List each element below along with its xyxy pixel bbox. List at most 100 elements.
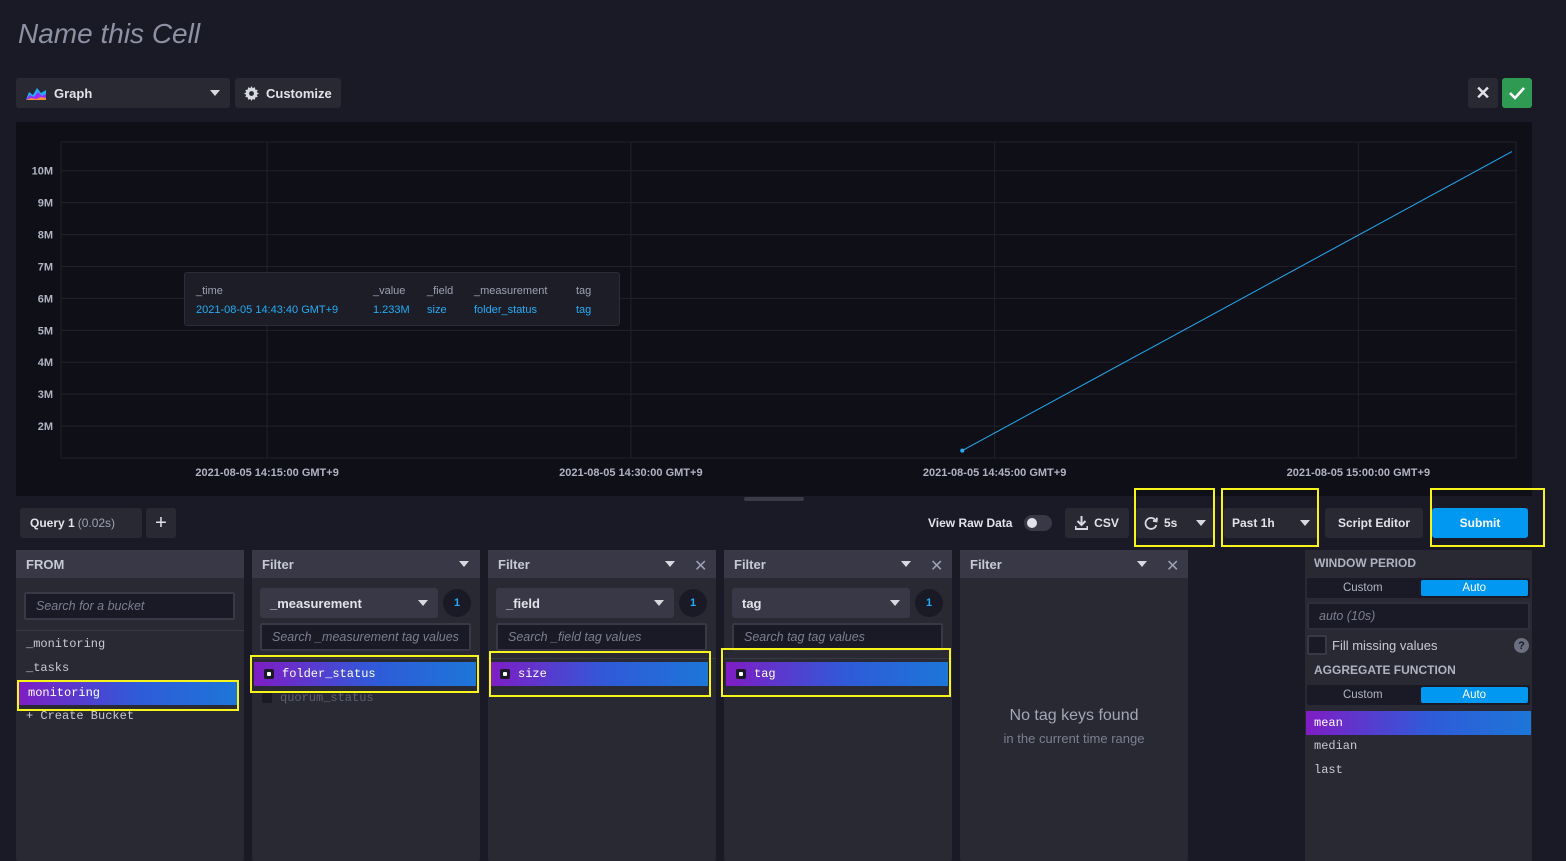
bucket-search-input[interactable]: Search for a bucket xyxy=(24,592,235,620)
csv-download-button[interactable]: CSV xyxy=(1065,508,1129,538)
tooltip-header-measurement: _measurement xyxy=(474,285,548,297)
tooltip-value-measurement: folder_status xyxy=(474,304,537,316)
tag-value-label: folder_status xyxy=(282,667,376,681)
aggregate-item[interactable]: median xyxy=(1306,734,1531,758)
chevron-down-icon xyxy=(1137,561,1147,567)
customize-button[interactable]: Customize xyxy=(235,78,341,108)
tag-value-item-selected[interactable]: tag xyxy=(726,662,948,686)
aggregate-item-selected[interactable]: mean xyxy=(1306,711,1531,735)
gear-icon xyxy=(244,85,259,101)
bucket-item[interactable]: _tasks xyxy=(16,656,244,680)
chevron-down-icon xyxy=(890,600,900,606)
data-point xyxy=(960,448,965,453)
divider xyxy=(252,658,480,659)
plus-icon: + xyxy=(155,511,167,534)
bucket-item-selected[interactable]: monitoring xyxy=(18,681,238,705)
tag-value-item-selected[interactable]: folder_status xyxy=(254,662,476,686)
time-range-dropdown[interactable]: Past 1h xyxy=(1224,508,1318,538)
help-icon[interactable]: ? xyxy=(1514,638,1529,653)
aggregate-auto[interactable]: Auto xyxy=(1420,687,1528,703)
tag-value-label: tag xyxy=(754,667,776,681)
query-tab[interactable]: Query 1 (0.02s) xyxy=(20,508,142,538)
aggregate-custom[interactable]: Custom xyxy=(1309,687,1417,703)
filter-header[interactable]: Filter ✕ xyxy=(488,550,716,578)
visualization-type-dropdown[interactable]: Graph xyxy=(16,78,230,108)
y-tick-label: 10M xyxy=(32,166,53,178)
y-tick-label: 9M xyxy=(38,198,53,210)
tag-key-dropdown[interactable]: _measurement xyxy=(260,588,438,618)
tag-key-label: tag xyxy=(742,595,762,611)
close-icon[interactable]: ✕ xyxy=(1166,556,1179,576)
chevron-down-icon xyxy=(210,90,220,96)
visualization-type-label: Graph xyxy=(54,85,93,101)
tooltip-value-time: 2021-08-05 14:43:40 GMT+9 xyxy=(196,304,339,316)
view-raw-data-label: View Raw Data xyxy=(928,516,1013,530)
fill-missing-option[interactable]: Fill missing values xyxy=(1307,635,1437,655)
bucket-item[interactable]: _monitoring xyxy=(16,632,244,656)
time-range-label: Past 1h xyxy=(1232,516,1275,530)
checkbox xyxy=(262,693,272,703)
filter-header-label: Filter xyxy=(498,556,530,572)
y-tick-label: 5M xyxy=(38,325,53,337)
aggregate-item[interactable]: last xyxy=(1306,758,1531,782)
selected-count-badge: 1 xyxy=(915,589,943,617)
close-icon[interactable]: ✕ xyxy=(694,556,707,576)
tag-values-search-input[interactable]: Search _field tag values xyxy=(496,623,707,651)
submit-button[interactable]: Submit xyxy=(1432,508,1528,538)
cell-title[interactable]: Name this Cell xyxy=(18,18,200,50)
tag-value-item-selected[interactable]: size xyxy=(490,662,708,686)
chevron-down-icon xyxy=(1300,520,1310,526)
tag-key-label: _measurement xyxy=(270,595,362,611)
filter-header[interactable]: Filter xyxy=(252,550,480,578)
fill-missing-label: Fill missing values xyxy=(1332,637,1438,653)
selected-count-badge: 1 xyxy=(443,589,471,617)
tag-key-label: _field xyxy=(506,595,540,611)
create-bucket-item[interactable]: + Create Bucket xyxy=(16,704,244,728)
tag-key-dropdown[interactable]: _field xyxy=(496,588,674,618)
confirm-button[interactable] xyxy=(1502,78,1532,108)
resize-handle[interactable] xyxy=(744,497,804,501)
tag-values-search-input[interactable]: Search tag tag values xyxy=(732,623,943,651)
x-tick-label: 2021-08-05 15:00:00 GMT+9 xyxy=(1287,467,1430,479)
from-panel: FROM Search for a bucket _monitoring _ta… xyxy=(16,550,244,861)
aggregate-function-toggle[interactable]: Custom Auto xyxy=(1307,685,1530,705)
download-icon xyxy=(1075,516,1089,530)
cancel-button[interactable]: ✕ xyxy=(1468,78,1498,108)
refresh-icon xyxy=(1144,517,1158,530)
filter-header[interactable]: Filter ✕ xyxy=(724,550,952,578)
window-period-input[interactable]: auto (10s) xyxy=(1307,602,1530,630)
tag-values-search-input[interactable]: Search _measurement tag values xyxy=(260,623,471,651)
tag-key-dropdown[interactable]: tag xyxy=(732,588,910,618)
chevron-down-icon xyxy=(654,600,664,606)
filter-header-label: Filter xyxy=(262,556,294,572)
autorefresh-dropdown[interactable]: 5s xyxy=(1136,508,1214,538)
filter-panel-measurement: Filter _measurement 1 Search _measuremen… xyxy=(252,550,480,861)
y-tick-label: 8M xyxy=(38,230,53,242)
chevron-down-icon xyxy=(459,561,469,567)
window-period-title: WINDOW PERIOD xyxy=(1314,556,1416,570)
tag-value-item[interactable]: quorum_status xyxy=(252,686,480,710)
close-icon[interactable]: ✕ xyxy=(930,556,943,576)
chevron-down-icon xyxy=(418,600,428,606)
checkbox xyxy=(500,669,510,679)
csv-label: CSV xyxy=(1094,516,1119,530)
checkbox xyxy=(264,669,274,679)
filter-header-label: Filter xyxy=(970,556,1002,572)
y-tick-label: 2M xyxy=(38,421,53,433)
view-raw-data-toggle[interactable] xyxy=(1024,515,1052,531)
filter-header[interactable]: Filter ✕ xyxy=(960,550,1188,578)
script-editor-button[interactable]: Script Editor xyxy=(1325,508,1423,538)
tooltip-header-value: _value xyxy=(373,285,406,297)
y-tick-label: 4M xyxy=(38,357,53,369)
window-period-auto[interactable]: Auto xyxy=(1420,580,1528,596)
y-tick-label: 6M xyxy=(38,293,53,305)
add-query-button[interactable]: + xyxy=(146,508,176,538)
empty-state-title: No tag keys found xyxy=(1009,707,1139,724)
x-tick-label: 2021-08-05 14:30:00 GMT+9 xyxy=(559,467,702,479)
window-period-custom[interactable]: Custom xyxy=(1309,580,1417,596)
window-period-toggle[interactable]: Custom Auto xyxy=(1307,578,1530,598)
fill-missing-checkbox[interactable] xyxy=(1307,635,1327,655)
aggregate-function-title: AGGREGATE FUNCTION xyxy=(1314,663,1456,677)
y-tick-label: 3M xyxy=(38,389,53,401)
check-icon xyxy=(1509,87,1525,100)
